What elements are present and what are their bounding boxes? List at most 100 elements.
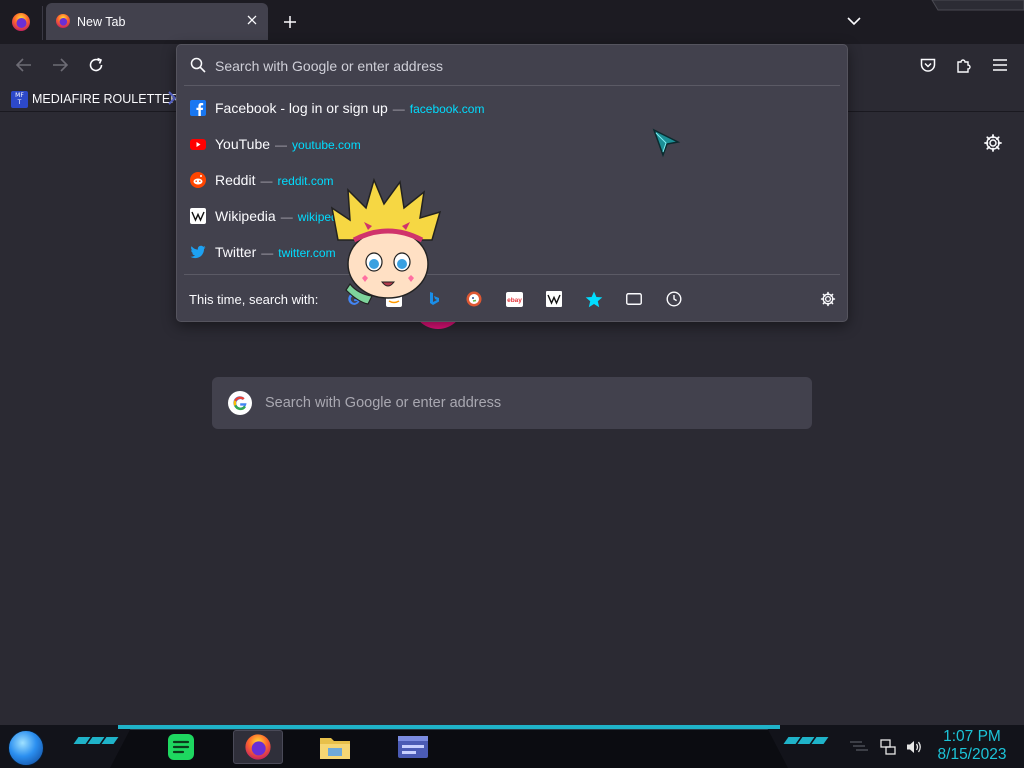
facebook-icon [190,100,206,116]
forward-button[interactable] [46,51,74,79]
mediafire-icon: MF T [11,90,28,108]
search-icon [190,57,206,73]
taskbar-window-app[interactable] [388,730,438,764]
twitter-icon [190,245,206,259]
duckduckgo-icon [466,291,482,307]
hamburger-menu-icon [993,59,1007,71]
search-engine-ebay-button[interactable]: ebay [501,288,527,310]
result-title: YouTube [215,136,271,152]
clock-time: 1:07 PM [943,728,1001,745]
address-bar[interactable] [177,45,847,86]
mouse-cursor-icon [652,128,681,158]
bookmark-label: MEDIAFIRE ROULETTER [32,92,180,106]
gear-icon [820,291,836,307]
search-engine-duckduckgo-button[interactable] [461,288,487,310]
bookmarks-star-icon [585,291,603,307]
result-url: facebook.com [409,102,485,116]
divider [184,274,840,275]
pocket-icon [920,58,936,72]
wikipedia-icon [546,291,562,307]
customize-page-gear-icon[interactable] [983,133,1003,153]
result-separator: — [260,174,273,188]
search-engine-wikipedia-button[interactable] [541,288,567,310]
result-separator: — [392,102,405,116]
divider [184,85,840,86]
save-to-pocket-button[interactable] [914,51,942,79]
reload-button[interactable] [82,51,110,79]
bookmark-mediafire-rouletter[interactable]: MF T MEDIAFIRE ROULETTER [11,89,179,109]
result-title: Wikipedia [215,208,276,224]
taskbar-glow [118,725,780,729]
search-with-label: This time, search with: [189,292,319,307]
reddit-icon [190,172,206,188]
tabs-icon [626,293,642,305]
folder-icon [320,738,350,759]
network-icon[interactable] [880,739,896,755]
cartoon-character-sticker [330,178,442,305]
tab-title: New Tab [77,15,126,29]
result-title: Reddit [215,172,256,188]
result-youtube[interactable]: YouTube — youtube.com [182,128,842,160]
volume-icon[interactable] [905,738,923,756]
extensions-button[interactable] [950,51,978,79]
taskbar-frame [110,729,788,768]
plus-icon [284,16,296,28]
result-facebook[interactable]: Facebook - log in or sign up — facebook.co… [182,92,842,124]
taskbar: 1:07 PM 8/15/2023 [0,725,1024,768]
system-clock[interactable]: 1:07 PM 8/15/2023 [932,728,1012,764]
new-tab-button[interactable] [279,11,301,33]
tab-separator [42,6,43,40]
search-bookmarks-button[interactable] [581,288,607,310]
clock-date: 8/15/2023 [937,746,1007,763]
taskbar-firefox[interactable] [233,730,283,764]
firefox-icon[interactable] [11,12,31,32]
result-twitter[interactable]: Twitter — twitter.com [182,236,842,268]
tab-new-tab[interactable]: New Tab [46,3,268,40]
youtube-icon [190,139,206,150]
window-app-icon [398,736,428,758]
result-separator: — [280,210,293,224]
result-url: twitter.com [278,246,336,260]
search-history-button[interactable] [661,288,687,310]
result-title: Twitter [215,244,257,260]
taskbar-decoration [73,737,119,744]
firefox-icon [245,734,271,760]
google-icon [228,391,252,415]
page-search-box[interactable]: Search with Google or enter address [212,377,812,429]
list-all-tabs-button[interactable] [844,11,864,31]
result-url: youtube.com [292,138,361,152]
start-button[interactable] [8,730,44,766]
result-url: reddit.com [277,174,334,188]
result-reddit[interactable]: Reddit — reddit.com [182,164,842,196]
ebay-icon: ebay [505,291,523,307]
chevron-down-icon [847,16,861,25]
close-icon [247,15,257,25]
arrow-right-icon [53,58,68,72]
address-input[interactable] [215,55,815,77]
search-settings-button[interactable] [817,288,839,310]
svg-text:ebay: ebay [507,297,522,304]
puzzle-piece-icon [957,59,971,73]
close-tab-button[interactable] [244,12,260,28]
taskbar-notes-app[interactable] [156,730,206,764]
tray-overflow-icon[interactable] [848,741,870,753]
back-button[interactable] [10,51,38,79]
page-search-placeholder: Search with Google or enter address [265,395,502,411]
wikipedia-icon [190,208,206,224]
result-title: Facebook - log in or sign up [215,100,388,116]
taskbar-decoration [783,737,829,744]
history-clock-icon [666,291,682,307]
result-separator: — [261,246,274,260]
tab-strip: New Tab [0,0,1024,44]
address-bar-dropdown: Facebook - log in or sign up — facebook.co… [176,44,848,322]
open-menu-button[interactable] [986,51,1014,79]
result-wikipedia[interactable]: Wikipedia — wikiped [182,200,842,232]
result-separator: — [275,138,288,152]
taskbar-file-explorer[interactable] [310,730,360,764]
firefox-icon [56,14,70,28]
notes-app-icon [168,734,194,760]
arrow-left-icon [16,58,31,72]
window-frame-decoration [931,0,1024,11]
reload-icon [89,57,103,72]
search-tabs-button[interactable] [621,288,647,310]
